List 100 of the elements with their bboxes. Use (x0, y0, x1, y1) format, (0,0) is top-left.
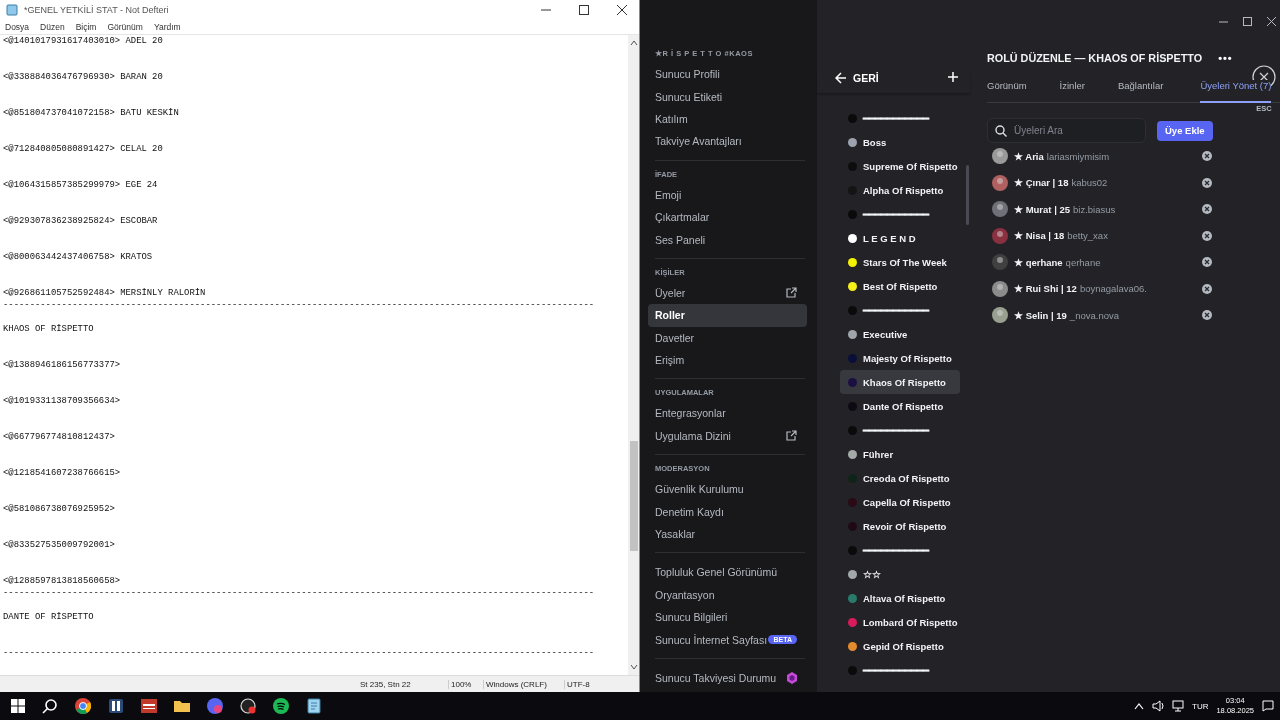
mixer-icon[interactable] (141, 698, 157, 714)
role-item[interactable]: Boss (840, 130, 960, 154)
nav-item[interactable]: Yasaklar (648, 522, 807, 546)
role-item[interactable]: Führer (840, 442, 960, 466)
nav-item[interactable]: Ses Paneli (648, 228, 807, 251)
back-arrow-icon[interactable] (835, 72, 847, 84)
browser-icon[interactable] (75, 698, 91, 714)
scrollbar-thumb[interactable] (966, 165, 969, 225)
text-line: <@800063442437406758> KRATOS (3, 251, 154, 263)
role-item[interactable]: L E G E N D (840, 226, 960, 250)
nav-item[interactable]: Sunucu Etiketi (648, 85, 807, 108)
role-item[interactable]: Best Of Rispetto (840, 274, 960, 298)
nav-item[interactable]: Sunucu Profili (648, 63, 807, 86)
scroll-up-icon[interactable] (629, 39, 638, 47)
tab[interactable]: Bağlantılar (1117, 80, 1164, 101)
text-line: <@851804737041072158> BATU KESKİN (3, 107, 180, 119)
role-item[interactable]: Khaos Of Rispetto (840, 370, 960, 394)
more-button[interactable]: ••• (1218, 52, 1233, 64)
role-item[interactable]: Dante Of Rispetto (840, 394, 960, 418)
nav-item[interactable]: Takviye Avantajları (648, 130, 807, 153)
app-icon[interactable] (108, 698, 124, 714)
menu-item[interactable]: Biçim (75, 22, 97, 32)
username: _nova.nova (1069, 309, 1119, 321)
close-icon[interactable] (1267, 17, 1276, 26)
nav-item[interactable]: Sunucu Takviyesi Durumu (648, 666, 807, 690)
language-indicator[interactable]: TUR (1192, 701, 1209, 711)
member-name: ★ Selin | 19 (1014, 309, 1067, 321)
role-item[interactable]: Capella Of Rispetto (840, 490, 960, 514)
nav-item[interactable]: Topluluk Genel Görünümü (648, 561, 807, 584)
nav-item[interactable]: Emoji (648, 183, 807, 206)
text-line: <@1401017931617403010> ADEL 20 (3, 35, 164, 47)
speaker-icon[interactable] (1152, 700, 1164, 712)
network-icon[interactable] (1172, 700, 1184, 712)
remove-icon[interactable] (1202, 230, 1212, 241)
nav-item[interactable]: Katılım (648, 107, 807, 131)
nav-item[interactable]: Sunucu Bilgileri (648, 606, 807, 629)
tab[interactable]: Üyeleri Yönet (7) (1200, 80, 1272, 103)
role-item[interactable]: ━━━━━━━━━━━ (840, 298, 960, 322)
role-item[interactable]: Alpha Of Rispetto (840, 178, 960, 202)
search-field[interactable]: Üyeleri Ara (987, 118, 1146, 143)
nav-item[interactable]: Davetler (648, 326, 807, 349)
scrollbar-thumb[interactable] (629, 441, 638, 551)
menu-item[interactable]: Görünüm (107, 22, 143, 32)
role-item[interactable]: ☆☆ (840, 562, 960, 586)
recorder-icon[interactable] (240, 698, 256, 714)
external-link-icon (785, 429, 797, 442)
role-item[interactable]: ━━━━━━━━━━━ (840, 538, 960, 562)
member-name: ★ qerhane (1014, 256, 1063, 268)
remove-icon[interactable] (1202, 204, 1212, 215)
chat-app-icon[interactable] (207, 698, 223, 714)
role-item[interactable]: Revoir Of Rispetto (840, 514, 960, 538)
back-link[interactable]: GERİ (853, 72, 879, 84)
role-item[interactable]: Altava Of Rispetto (840, 586, 960, 610)
role-item[interactable]: Executive (840, 322, 960, 346)
role-item[interactable]: Lombard Of Rispetto (840, 610, 960, 634)
text-line: <@929307836238925824> ESCOBAR (3, 215, 159, 227)
add-member-button[interactable]: Üye Ekle (1157, 120, 1213, 141)
remove-icon[interactable] (1202, 151, 1212, 162)
nav-item[interactable]: Entegrasyonlar (648, 402, 807, 425)
role-item[interactable]: Gepid Of Rispetto (840, 634, 960, 658)
remove-icon[interactable] (1202, 283, 1212, 294)
role-item[interactable]: Creoda Of Rispetto (840, 466, 960, 490)
window-title: *GENEL YETKİLİ STAT - Not Defteri (24, 5, 169, 15)
status-text: 100% (448, 679, 483, 689)
search-icon[interactable] (42, 698, 58, 714)
role-item[interactable]: ━━━━━━━━━━━ (840, 202, 960, 226)
notepad-icon[interactable] (306, 698, 322, 714)
role-item[interactable]: Majesty Of Rispetto (840, 346, 960, 370)
maximize-icon[interactable] (1243, 17, 1252, 26)
remove-icon[interactable] (1202, 310, 1212, 321)
nav-item[interactable]: Erişim (648, 348, 807, 372)
role-item[interactable]: ━━━━━━━━━━━ (840, 418, 960, 442)
close-icon[interactable] (617, 5, 627, 15)
remove-icon[interactable] (1202, 257, 1212, 268)
nav-item[interactable]: Güvenlik Kurulumu (648, 478, 807, 501)
windows-start-icon[interactable] (11, 699, 25, 713)
nav-item[interactable]: Oryantasyon (648, 583, 807, 607)
menu-item[interactable]: Dosya (5, 22, 30, 32)
music-app-icon[interactable] (273, 698, 289, 714)
nav-item[interactable]: Uygulama Dizini (648, 424, 807, 448)
role-item[interactable]: Supreme Of Rispetto (840, 154, 960, 178)
folder-icon[interactable] (174, 698, 190, 714)
plus-icon[interactable] (948, 72, 958, 82)
nav-item[interactable]: Denetim Kaydı (648, 500, 807, 523)
scroll-down-icon[interactable] (629, 663, 638, 671)
nav-item[interactable]: Çıkartmalar (648, 205, 807, 229)
tab[interactable]: Görünüm (987, 80, 1027, 101)
nav-item[interactable]: Üyeler (648, 281, 807, 305)
notification-icon[interactable] (1262, 700, 1274, 712)
remove-icon[interactable] (1202, 177, 1212, 188)
tab[interactable]: İzinler (1059, 80, 1085, 101)
text-line: <@1288597813818560658> (3, 575, 122, 587)
menu-item[interactable]: Yardım (153, 22, 181, 32)
nav-item[interactable]: Roller (648, 304, 807, 327)
menu-item[interactable]: Düzen (40, 22, 65, 32)
chevron-up-icon[interactable] (1134, 702, 1144, 710)
role-item[interactable]: Stars Of The Week (840, 250, 960, 274)
role-item[interactable]: ━━━━━━━━━━━ (840, 658, 960, 682)
maximize-icon[interactable] (579, 5, 589, 15)
role-item[interactable]: ━━━━━━━━━━━ (840, 106, 960, 130)
